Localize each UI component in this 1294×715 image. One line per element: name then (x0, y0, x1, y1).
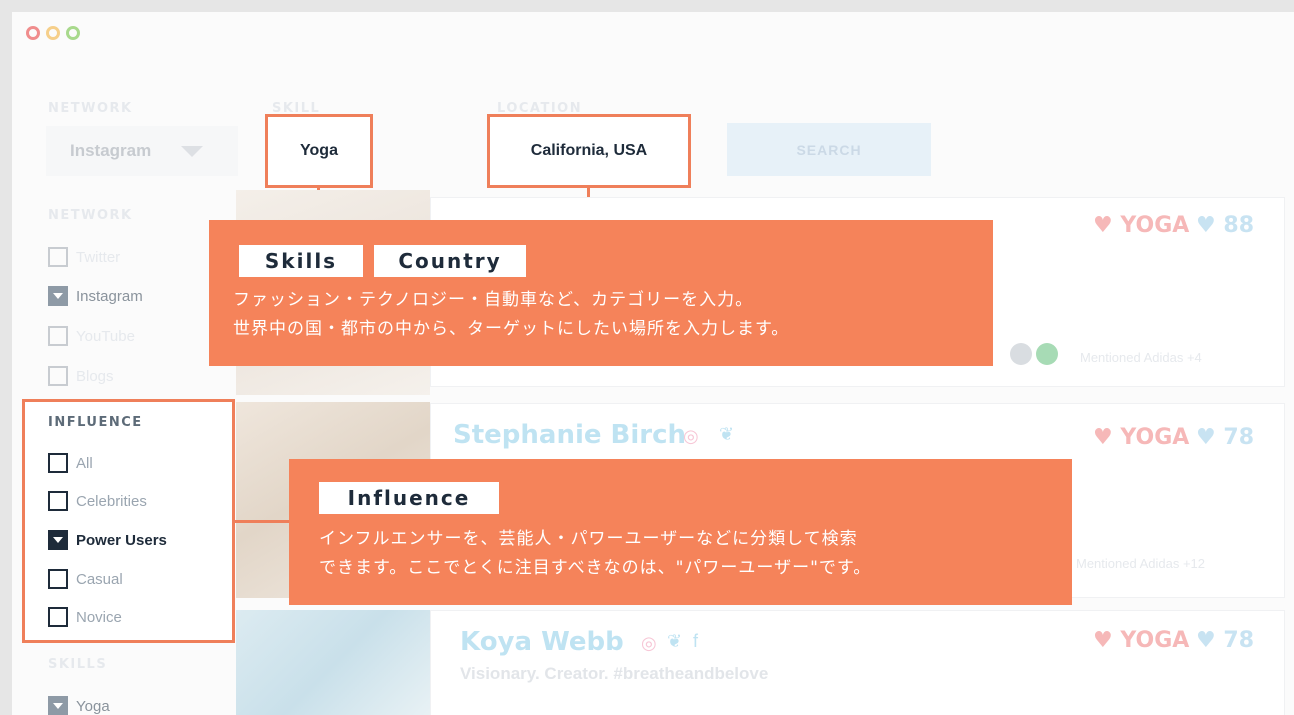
checkbox-casual[interactable] (48, 569, 68, 589)
callout-line: ファッション・テクノロジー・自動車など、カテゴリーを入力。 (233, 290, 754, 310)
score-value: 78 (1223, 425, 1255, 450)
close-window-dot[interactable] (26, 26, 40, 40)
checkbox-youtube[interactable] (48, 326, 68, 346)
influencer-bio: Visionary. Creator. #breatheandbelove (460, 664, 769, 683)
influence-item-label: All (76, 454, 93, 472)
score-badge: ♥ 78 (1196, 628, 1255, 653)
checkbox-power-users[interactable] (48, 530, 68, 550)
checkbox-yoga[interactable] (48, 696, 68, 715)
sidebar-item-label: Yoga (76, 697, 110, 715)
influence-item-label: Novice (76, 608, 122, 626)
checkbox-novice[interactable] (48, 607, 68, 627)
checkbox-instagram[interactable] (48, 286, 68, 306)
location-input-value: California, USA (530, 142, 648, 159)
influence-item-label: Celebrities (76, 492, 147, 510)
search-button[interactable]: SEARCH (727, 123, 931, 176)
sidebar-item-blogs[interactable]: Blogs (48, 366, 114, 386)
window-controls (26, 26, 80, 40)
influence-item-celebrities[interactable]: Celebrities (48, 491, 147, 511)
score-value: 78 (1223, 628, 1255, 653)
score-badge: ♥ 78 (1196, 425, 1255, 450)
skill-tag: ♥ YOGA (1093, 213, 1190, 238)
country-chip: Country (374, 245, 526, 277)
influence-item-label: Casual (76, 570, 123, 588)
skill-input[interactable]: Yoga (265, 114, 373, 188)
score-badge: ♥ 88 (1196, 213, 1255, 238)
influence-item-casual[interactable]: Casual (48, 569, 123, 589)
sidebar-item-label: Blogs (76, 367, 114, 385)
sidebar-item-label: YouTube (76, 327, 135, 345)
influence-item-novice[interactable]: Novice (48, 607, 122, 627)
brand-icons (1010, 343, 1058, 365)
sidebar-item-instagram[interactable]: Instagram (48, 286, 143, 306)
skill-tag-text: YOGA (1120, 213, 1190, 238)
sidebar-item-yoga[interactable]: Yoga (48, 696, 110, 715)
sidebar-item-twitter[interactable]: Twitter (48, 247, 120, 267)
skill-input-value: Yoga (300, 142, 338, 159)
network-dropdown[interactable]: Instagram (46, 126, 238, 176)
checkbox-celebrities[interactable] (48, 491, 68, 511)
callout-line: 世界中の国・都市の中から、ターゲットにしたい場所を入力します。 (233, 319, 790, 339)
maximize-window-dot[interactable] (66, 26, 80, 40)
result-photo-3[interactable] (236, 610, 430, 715)
instagram-icon[interactable]: ◎ (683, 426, 699, 447)
influencer-name[interactable]: Koya Webb (460, 627, 624, 657)
location-input[interactable]: California, USA (487, 114, 691, 188)
callout-line: インフルエンサーを、芸能人・パワーユーザーなどに分類して検索 (319, 529, 858, 549)
sidebar-item-label: Twitter (76, 248, 121, 266)
sidebar-skills-heading: SKILLS (48, 657, 108, 672)
twitter-icon[interactable]: ❦ (719, 424, 734, 445)
skills-chip: Skills (239, 245, 363, 277)
brand-logo-icon (1010, 343, 1032, 365)
mention-text: Mentioned Adidas +12 (1076, 556, 1206, 571)
influence-item-label: Power Users (76, 531, 167, 549)
minimize-window-dot[interactable] (46, 26, 60, 40)
mention-text: Mentioned Adidas +4 (1080, 350, 1202, 365)
influence-item-power-users[interactable]: Power Users (48, 530, 167, 550)
spotify-icon (1036, 343, 1058, 365)
result-card-3[interactable] (430, 610, 1285, 715)
network-dropdown-value: Instagram (70, 141, 152, 160)
network-filter-label: NETWORK (48, 101, 133, 116)
sidebar-network-heading: NETWORK (48, 208, 133, 223)
facebook-icon[interactable]: f (693, 631, 698, 652)
skill-tag-text: YOGA (1120, 628, 1190, 653)
checkbox-twitter[interactable] (48, 247, 68, 267)
instagram-icon[interactable]: ◎ (641, 633, 657, 654)
skills-country-callout: Skills Country ファッション・テクノロジー・自動車など、カテゴリー… (209, 220, 993, 366)
influence-item-all[interactable]: All (48, 453, 93, 473)
influence-heading: INFLUENCE (48, 415, 143, 430)
influencer-name[interactable]: Stephanie Birch (453, 420, 686, 450)
influence-chip: Influence (319, 482, 499, 514)
score-value: 88 (1223, 213, 1255, 238)
skill-tag: ♥ YOGA (1093, 628, 1190, 653)
chevron-down-icon (181, 145, 204, 157)
skill-tag: ♥ YOGA (1093, 425, 1190, 450)
callout-line: できます。ここでとくに注目すべきなのは、"パワーユーザー"です。 (319, 558, 872, 578)
checkbox-all[interactable] (48, 453, 68, 473)
sidebar-item-youtube[interactable]: YouTube (48, 326, 135, 346)
twitter-icon[interactable]: ❦ (667, 631, 682, 652)
influence-callout: Influence インフルエンサーを、芸能人・パワーユーザーなどに分類して検索… (289, 459, 1072, 605)
influence-connector-line (235, 520, 289, 523)
sidebar-item-label: Instagram (76, 287, 143, 305)
skill-tag-text: YOGA (1120, 425, 1190, 450)
checkbox-blogs[interactable] (48, 366, 68, 386)
